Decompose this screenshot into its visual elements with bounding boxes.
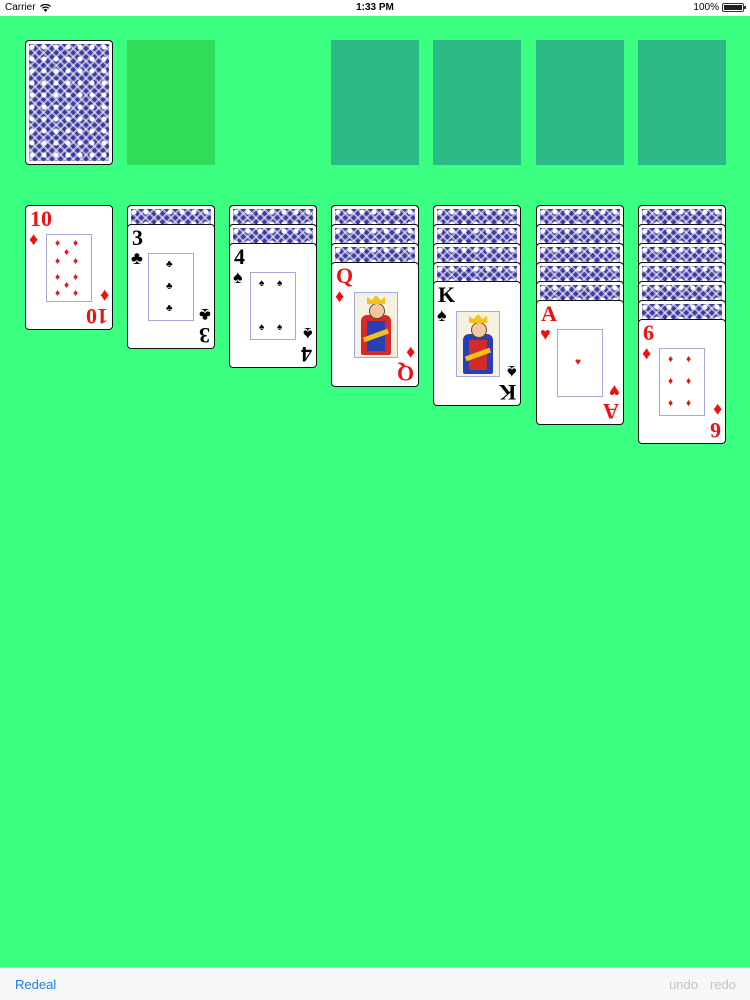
stock-pile[interactable] bbox=[25, 40, 113, 165]
spade-icon: ♠ bbox=[259, 322, 265, 333]
tableau-card-a-hearts[interactable]: A ♥ ♥ ♥ A bbox=[536, 300, 624, 425]
club-icon: ♣ bbox=[166, 259, 173, 270]
spade-icon: ♠ bbox=[507, 362, 517, 382]
redo-button[interactable]: redo bbox=[710, 977, 736, 992]
foundation-slot-3[interactable] bbox=[536, 40, 624, 165]
tableau-card-10-diamonds[interactable]: 10 ♦ ♦ ♦ ♦ ♦ ♦ ♦ ♦ ♦ ♦ ♦ ♦ 10 bbox=[25, 205, 113, 330]
diamond-icon: ♦ bbox=[642, 343, 652, 363]
foundation-slot-1[interactable] bbox=[331, 40, 419, 165]
diamond-icon: ♦ bbox=[686, 398, 692, 409]
club-icon: ♣ bbox=[166, 303, 173, 314]
diamond-icon: ♦ bbox=[73, 288, 79, 299]
spade-icon: ♠ bbox=[259, 278, 265, 289]
pip-frame: ♣ ♣ ♣ bbox=[148, 253, 194, 321]
card-rank: A bbox=[541, 301, 557, 326]
tableau-card-3-clubs[interactable]: 3 ♣ ♣ ♣ ♣ ♣ 3 bbox=[127, 224, 215, 349]
diamond-icon: ♦ bbox=[55, 272, 61, 283]
diamond-icon: ♦ bbox=[64, 247, 70, 258]
card-rank-bottom: 10 bbox=[86, 304, 108, 329]
spade-icon: ♠ bbox=[303, 324, 313, 344]
heart-icon: ♥ bbox=[575, 357, 581, 368]
bottom-toolbar: Redeal undo redo bbox=[0, 967, 750, 1000]
pip-frame: ♦ ♦ ♦ ♦ ♦ ♦ ♦ ♦ ♦ ♦ bbox=[46, 234, 92, 302]
diamond-icon: ♦ bbox=[686, 376, 692, 387]
pip-frame: ♦ ♦ ♦ ♦ ♦ ♦ bbox=[659, 348, 705, 416]
status-right: 100% bbox=[693, 2, 746, 13]
card-rank-bottom: 6 bbox=[710, 418, 721, 443]
foundation-slot-2[interactable] bbox=[433, 40, 521, 165]
tableau-card-6-diamonds[interactable]: 6 ♦ ♦ ♦ ♦ ♦ ♦ ♦ ♦ 6 bbox=[638, 319, 726, 444]
diamond-icon: ♦ bbox=[686, 354, 692, 365]
spade-icon: ♠ bbox=[277, 322, 283, 333]
diamond-icon: ♦ bbox=[55, 288, 61, 299]
diamond-icon: ♦ bbox=[405, 343, 415, 363]
pip-frame: ♥ bbox=[557, 329, 603, 397]
heart-icon: ♥ bbox=[609, 381, 620, 401]
club-icon: ♣ bbox=[199, 305, 211, 325]
heart-icon: ♥ bbox=[540, 324, 551, 344]
diamond-icon: ♦ bbox=[335, 286, 345, 306]
card-rank-bottom: A bbox=[603, 399, 619, 424]
tableau-card-4-spades[interactable]: 4 ♠ ♠ ♠ ♠ ♠ ♠ 4 bbox=[229, 243, 317, 368]
tableau-card-q-diamonds[interactable]: Q ♦ ♦ Q bbox=[331, 262, 419, 387]
diamond-icon: ♦ bbox=[668, 376, 674, 387]
diamond-icon: ♦ bbox=[668, 354, 674, 365]
waste-slot[interactable] bbox=[127, 40, 215, 165]
card-rank-bottom: 4 bbox=[301, 342, 312, 367]
card-rank: 3 bbox=[132, 225, 143, 250]
club-icon: ♣ bbox=[131, 248, 143, 268]
battery-percent: 100% bbox=[693, 2, 719, 13]
diamond-icon: ♦ bbox=[99, 286, 109, 306]
card-rank-bottom: K bbox=[498, 380, 516, 405]
spade-icon: ♠ bbox=[437, 305, 447, 325]
spade-icon: ♠ bbox=[233, 267, 243, 287]
undo-button[interactable]: undo bbox=[669, 977, 698, 992]
spade-icon: ♠ bbox=[277, 278, 283, 289]
battery-icon bbox=[722, 3, 746, 12]
card-rank: 10 bbox=[30, 206, 52, 231]
redeal-button[interactable]: Redeal bbox=[15, 977, 56, 992]
diamond-icon: ♦ bbox=[55, 256, 61, 267]
status-bar: Carrier 1:33 PM 100% bbox=[0, 0, 750, 16]
card-rank: 6 bbox=[643, 320, 654, 345]
pip-frame: ♠ ♠ ♠ ♠ bbox=[250, 272, 296, 340]
card-rank: 4 bbox=[234, 244, 245, 269]
card-rank: Q bbox=[336, 263, 354, 288]
diamond-icon: ♦ bbox=[668, 398, 674, 409]
diamond-icon: ♦ bbox=[73, 272, 79, 283]
diamond-icon: ♦ bbox=[73, 238, 79, 249]
diamond-icon: ♦ bbox=[55, 238, 61, 249]
diamond-icon: ♦ bbox=[64, 280, 70, 291]
queen-portrait bbox=[354, 292, 398, 358]
status-time: 1:33 PM bbox=[356, 2, 394, 13]
king-portrait bbox=[456, 311, 500, 377]
foundation-slot-4[interactable] bbox=[638, 40, 726, 165]
tableau-card-k-spades[interactable]: K ♠ ♠ K bbox=[433, 281, 521, 406]
card-rank-bottom: Q bbox=[396, 361, 414, 386]
card-rank: K bbox=[438, 282, 456, 307]
diamond-icon: ♦ bbox=[73, 256, 79, 267]
card-rank-bottom: 3 bbox=[199, 323, 210, 348]
club-icon: ♣ bbox=[166, 281, 173, 292]
diamond-icon: ♦ bbox=[712, 400, 722, 420]
diamond-icon: ♦ bbox=[29, 229, 39, 249]
